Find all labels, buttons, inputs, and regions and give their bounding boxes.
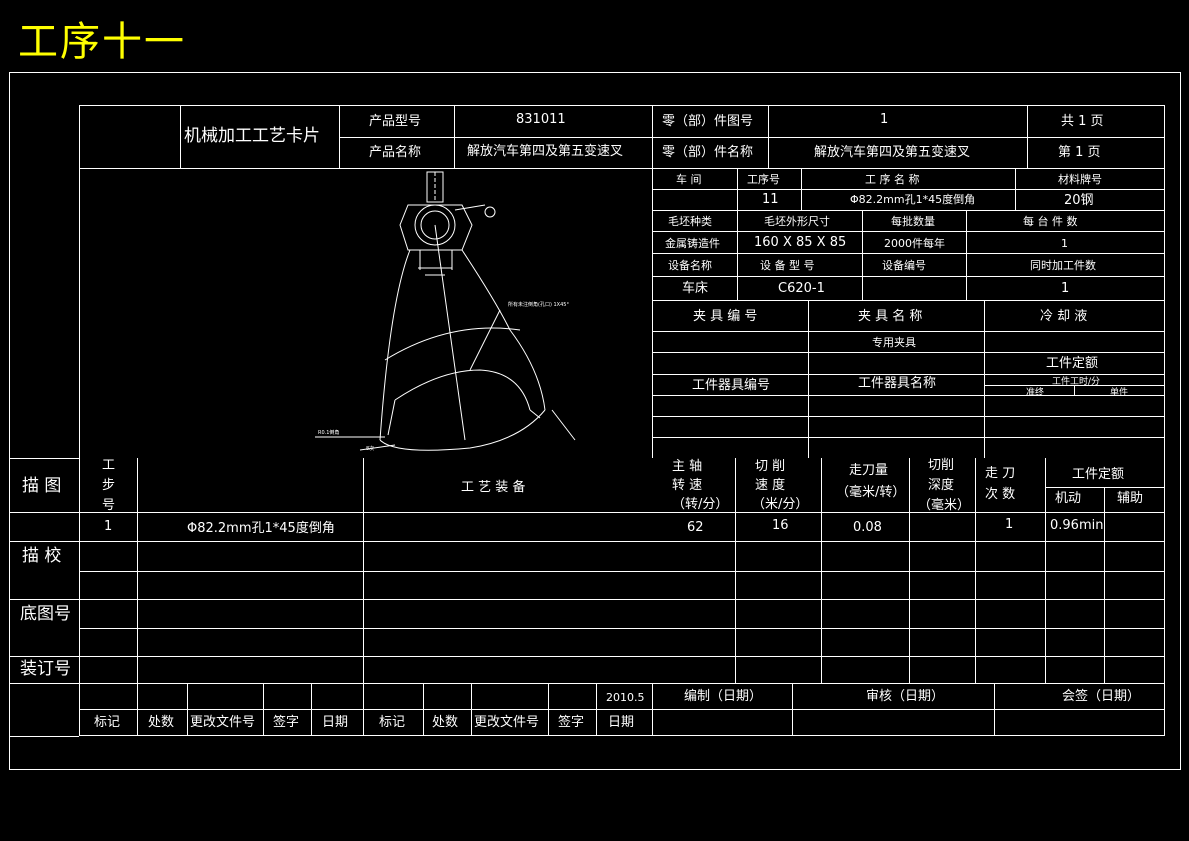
drawing-note: 8次 bbox=[366, 446, 375, 452]
footer-date: 2010.5 bbox=[606, 691, 645, 704]
change-doc-label: 更改文件号 bbox=[190, 715, 256, 730]
equip-name-value: 车床 bbox=[682, 281, 709, 296]
sign-label: 签字 bbox=[273, 715, 300, 730]
blank-size-value: 160 X 85 X 85 bbox=[754, 235, 847, 250]
step-label: 号 bbox=[102, 498, 116, 513]
step-label: 工 bbox=[102, 458, 116, 473]
coolant-label: 冷 却 液 bbox=[1040, 309, 1088, 324]
step-feed: 0.08 bbox=[853, 520, 882, 535]
mark-label: 标记 bbox=[94, 715, 121, 730]
spindle-label: 主 轴 bbox=[672, 459, 703, 474]
product-model-value: 831011 bbox=[516, 112, 566, 127]
blank-size-label: 毛坯外形尺寸 bbox=[764, 215, 830, 228]
blank-type-label: 毛坯种类 bbox=[668, 215, 712, 228]
step-content: Φ82.2mm孔1*45度倒角 bbox=[187, 521, 335, 536]
spindle-label: （转/分） bbox=[672, 497, 729, 512]
part-name-value: 解放汽车第四及第五变速叉 bbox=[814, 145, 971, 160]
step-machine-time: 0.96min bbox=[1050, 518, 1104, 533]
step-passes: 1 bbox=[1005, 517, 1014, 532]
passes-label: 次 数 bbox=[985, 487, 1016, 502]
per-unit-value: 1 bbox=[1061, 237, 1068, 250]
passes-label: 走 刀 bbox=[985, 466, 1016, 481]
step-speed: 16 bbox=[772, 518, 789, 533]
equip-model-label: 设 备 型 号 bbox=[760, 259, 815, 272]
count-label: 处数 bbox=[148, 715, 175, 730]
base-drawing-label: 底图号 bbox=[20, 604, 71, 624]
spindle-label: 转 速 bbox=[672, 478, 703, 493]
equip-name-label: 设备名称 bbox=[668, 259, 712, 272]
binding-label: 装订号 bbox=[20, 659, 71, 679]
change-doc-label: 更改文件号 bbox=[474, 715, 540, 730]
drawing-note: R0.1倒角 bbox=[318, 430, 340, 436]
product-name-label: 产品名称 bbox=[369, 145, 422, 160]
sketch-label: 描 图 bbox=[22, 476, 62, 496]
countersign-label: 会签（日期） bbox=[1062, 689, 1141, 704]
page-number: 第 1 页 bbox=[1058, 145, 1101, 160]
process-no-label: 工序号 bbox=[747, 173, 780, 186]
process-name-label: 工 序 名 称 bbox=[865, 173, 920, 186]
step-number: 1 bbox=[104, 519, 113, 534]
depth-label: 切削 bbox=[928, 458, 955, 473]
feed-label: 走刀量 bbox=[849, 463, 889, 478]
batch-value: 2000件每年 bbox=[884, 237, 945, 250]
part-name-label: 零（部）件名称 bbox=[662, 145, 754, 160]
batch-label: 每批数量 bbox=[891, 215, 935, 228]
date-label: 日期 bbox=[608, 715, 635, 730]
machine-time-label: 机动 bbox=[1055, 491, 1082, 506]
quota-label: 工件定额 bbox=[1046, 356, 1099, 371]
equip-model-value: C620-1 bbox=[778, 281, 825, 296]
compile-label: 编制（日期） bbox=[684, 689, 763, 704]
simul-value: 1 bbox=[1061, 281, 1070, 296]
date-label: 日期 bbox=[322, 715, 349, 730]
drawing-note: 所有未注倒角(孔口) 1X45° bbox=[508, 302, 569, 308]
feed-label: （毫米/转） bbox=[836, 485, 906, 500]
sign-label: 签字 bbox=[558, 715, 585, 730]
step-spindle: 62 bbox=[687, 520, 704, 535]
fixture-name-value: 专用夹具 bbox=[872, 336, 916, 349]
process-name-value: Φ82.2mm孔1*45度倒角 bbox=[850, 193, 976, 206]
product-model-label: 产品型号 bbox=[369, 114, 422, 129]
cut-speed-label: 切 削 bbox=[755, 459, 786, 474]
depth-label: （毫米） bbox=[918, 498, 971, 513]
material-value: 20钢 bbox=[1064, 193, 1094, 208]
part-sketch bbox=[315, 171, 576, 451]
cut-speed-label: （米/分） bbox=[752, 497, 809, 512]
aux-time-label: 辅助 bbox=[1117, 491, 1144, 506]
equip-no-label: 设备编号 bbox=[882, 259, 926, 272]
equipment-label: 工 艺 装 备 bbox=[461, 480, 526, 495]
material-label: 材料牌号 bbox=[1058, 173, 1102, 186]
depth-label: 深度 bbox=[928, 478, 955, 493]
tool-no-label: 工件器具编号 bbox=[692, 378, 771, 393]
check-label: 描 校 bbox=[22, 546, 62, 566]
steps-quota-label: 工件定额 bbox=[1072, 467, 1125, 482]
simul-label: 同时加工件数 bbox=[1030, 259, 1096, 272]
quota-single-label: 单件 bbox=[1110, 388, 1129, 398]
part-drawing-no-value: 1 bbox=[880, 112, 889, 127]
cut-speed-label: 速 度 bbox=[755, 478, 786, 493]
per-unit-label: 每 台 件 数 bbox=[1023, 215, 1078, 228]
step-label: 步 bbox=[102, 478, 116, 493]
tool-name-label: 工件器具名称 bbox=[858, 376, 937, 391]
review-label: 审核（日期） bbox=[866, 689, 945, 704]
product-name-value: 解放汽车第四及第五变速叉 bbox=[467, 144, 624, 159]
form-grid bbox=[9, 72, 1181, 770]
part-drawing-no-label: 零（部）件图号 bbox=[662, 114, 754, 129]
total-pages: 共 1 页 bbox=[1061, 114, 1104, 129]
blank-type-value: 金属铸造件 bbox=[665, 237, 720, 250]
card-title: 机械加工工艺卡片 bbox=[184, 126, 320, 146]
quota-prep-label: 准终 bbox=[1026, 388, 1045, 398]
fixture-no-label: 夹 具 编 号 bbox=[693, 309, 758, 324]
quota-sub-label: 工件工时/分 bbox=[1052, 377, 1101, 387]
mark-label: 标记 bbox=[379, 715, 406, 730]
fixture-name-label: 夹 具 名 称 bbox=[858, 309, 923, 324]
count-label: 处数 bbox=[432, 715, 459, 730]
process-no-value: 11 bbox=[762, 192, 779, 207]
workshop-label: 车 间 bbox=[676, 173, 702, 186]
